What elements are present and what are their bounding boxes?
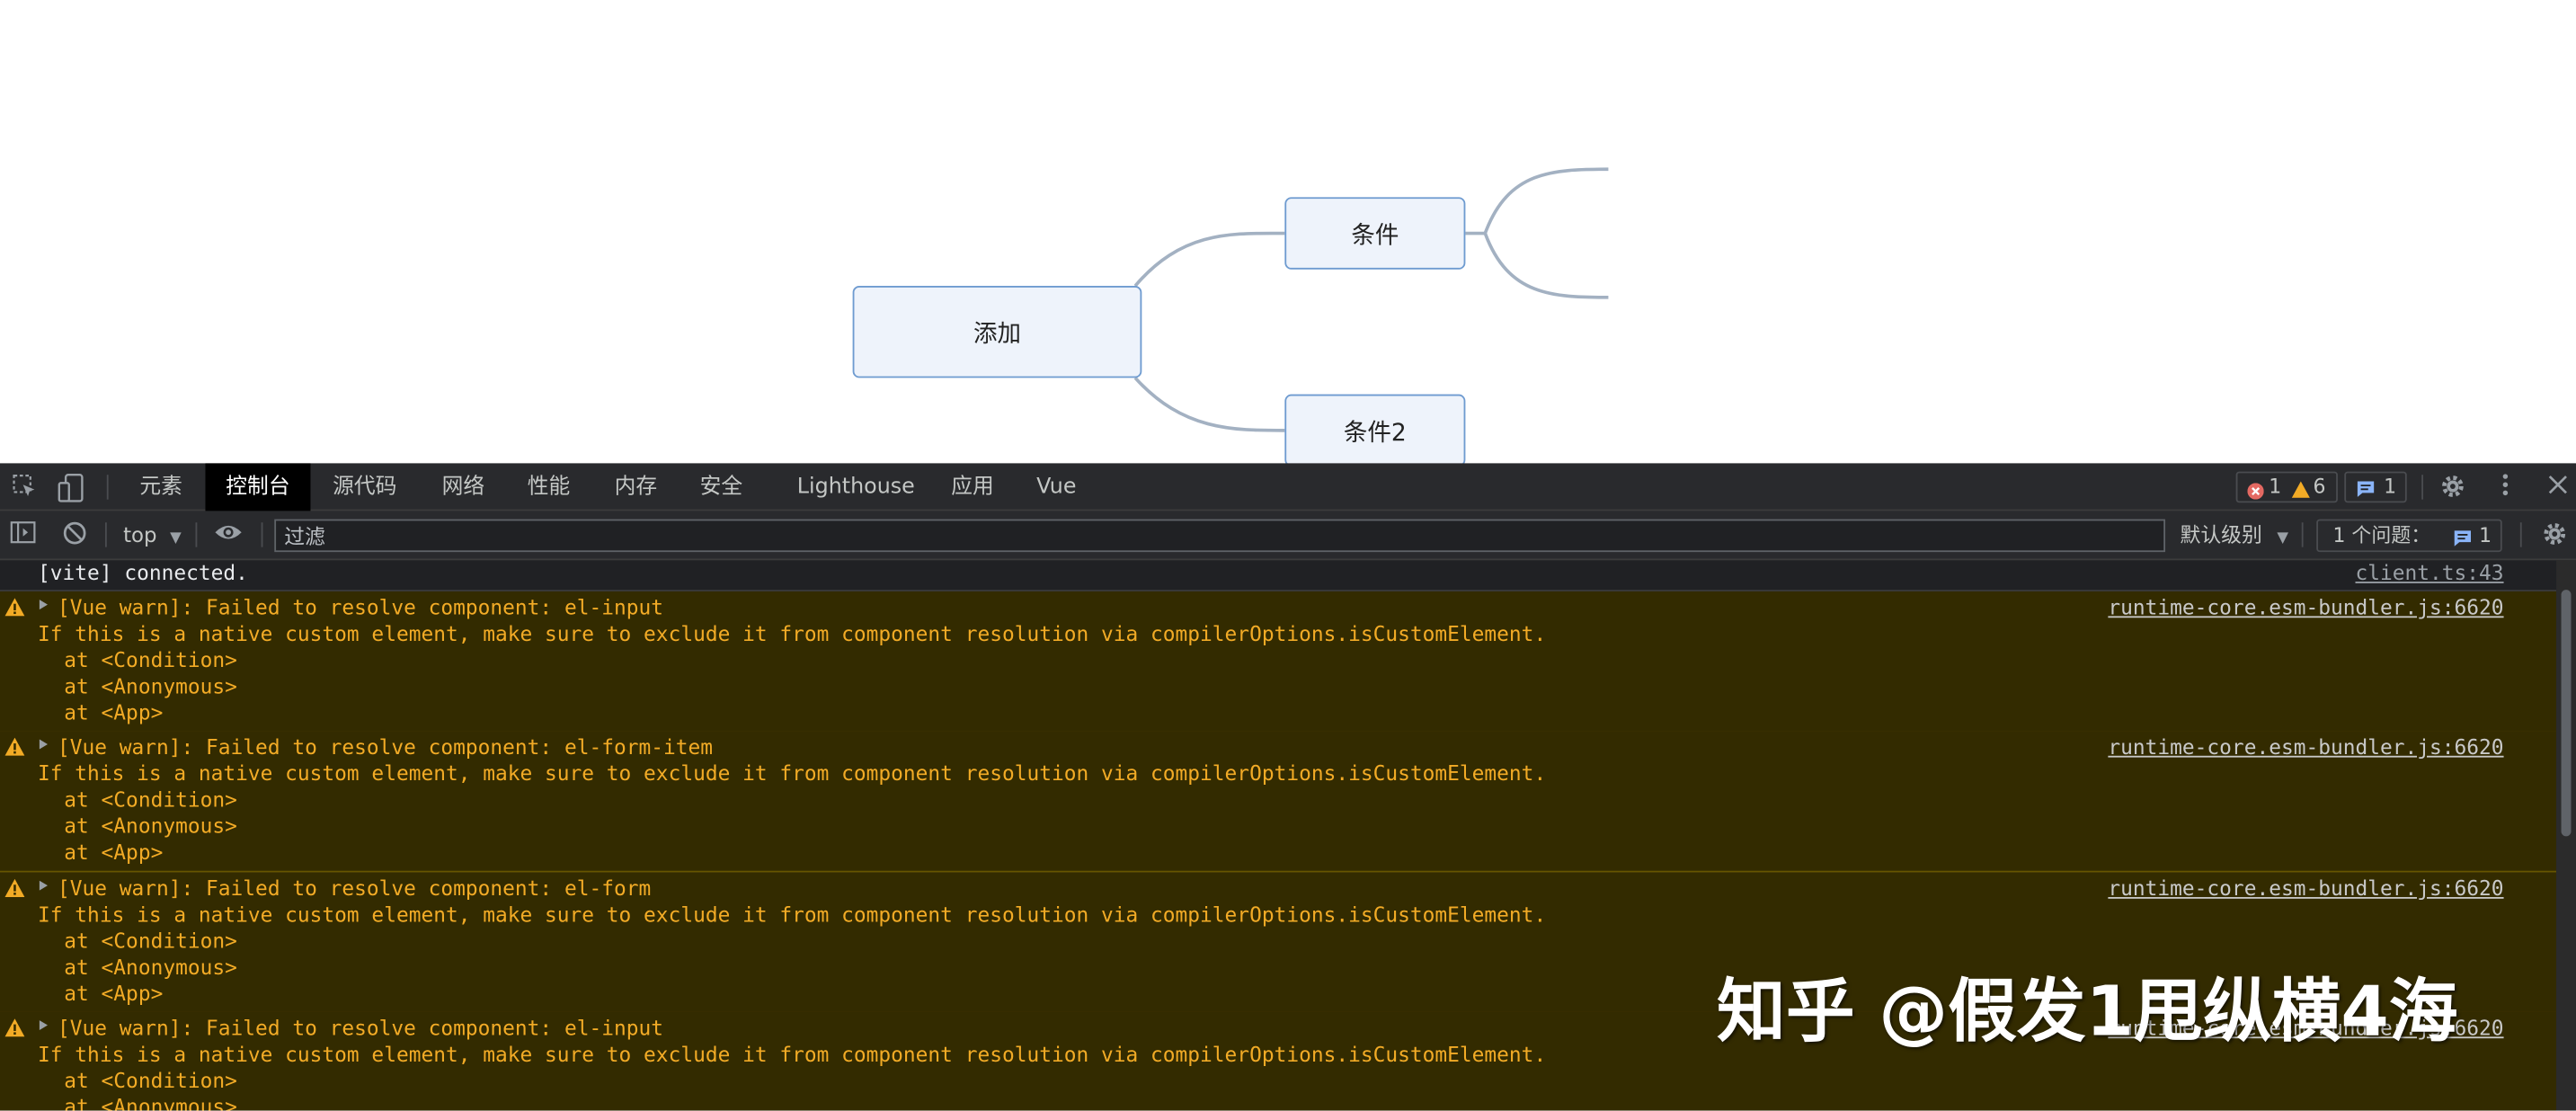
- connector-condition-upper-branch: [1483, 167, 1609, 235]
- console-message-info: [vite] connected. client.ts:43: [0, 560, 2557, 592]
- tab-elements[interactable]: 元素: [129, 463, 194, 511]
- stack-frame: at <Condition>: [64, 1068, 237, 1093]
- mindmap-node-root[interactable]: 添加: [852, 286, 1142, 378]
- toolbar-divider: [195, 522, 198, 547]
- message-icon: [2453, 526, 2473, 556]
- console-scrollbar[interactable]: [2556, 560, 2576, 1111]
- mindmap-node-condition[interactable]: 条件: [1284, 197, 1466, 270]
- stack-frame: at <Condition>: [64, 928, 237, 954]
- settings-icon[interactable]: [2438, 473, 2467, 502]
- device-toolbar-icon[interactable]: [56, 473, 85, 502]
- message-text: [vite] connected.: [38, 560, 248, 585]
- inspect-element-icon[interactable]: [10, 473, 40, 502]
- filter-input[interactable]: [274, 519, 2166, 553]
- console-warning[interactable]: [Vue warn]: Failed to resolve component:…: [0, 731, 2557, 873]
- warning-title: [Vue warn]: Failed to resolve component:…: [57, 1015, 664, 1040]
- warning-icon: [4, 1017, 25, 1037]
- tab-console[interactable]: 控制台: [205, 463, 311, 511]
- connector-condition-lower-branch: [1483, 232, 1609, 299]
- toolbar-divider: [104, 522, 107, 547]
- stack-frame: at <Anonymous>: [64, 954, 237, 980]
- warning-detail: If this is a native custom element, make…: [38, 760, 1547, 786]
- expand-triangle-icon[interactable]: [39, 739, 49, 750]
- toolbar-divider: [261, 522, 263, 547]
- message-count: 1: [2384, 475, 2397, 498]
- close-icon[interactable]: [2543, 473, 2572, 502]
- tab-security[interactable]: 安全: [692, 463, 751, 511]
- settings-icon[interactable]: [2540, 520, 2570, 550]
- stack-frame: at <App>: [64, 840, 164, 865]
- sidebar-toggle-icon[interactable]: [8, 520, 38, 550]
- warning-icon: [4, 736, 25, 756]
- mindmap-node-condition2[interactable]: 条件2: [1284, 394, 1466, 464]
- node-label: 条件2: [1343, 420, 1407, 447]
- stack-frame: at <Condition>: [64, 647, 237, 672]
- toolbar-divider: [2301, 522, 2304, 547]
- error-warning-counter[interactable]: 1 6: [2235, 471, 2338, 506]
- stack-frame: at <App>: [64, 981, 164, 1006]
- console-filterbar: top ▼ 默认级别 ▼ 1 个问题： 1: [0, 511, 2576, 561]
- toolbar-divider: [2421, 475, 2424, 500]
- devtools-tabbar: 元素 控制台 源代码 网络 性能 内存 安全 Lighthouse 应用 Vue…: [0, 463, 2576, 511]
- stack-frame: at <Anonymous>: [64, 673, 237, 698]
- page: 添加 条件 条件2 元素 控制台 源代码 网络 性能 内存 安全 Lightho…: [0, 0, 2576, 1111]
- watermark: 知乎 @假发1甩纵横4海: [1717, 971, 2458, 1052]
- source-link[interactable]: runtime-core.esm-bundler.js:6620: [2108, 875, 2503, 902]
- eye-icon[interactable]: [214, 520, 244, 550]
- error-count: 1: [2269, 475, 2282, 498]
- log-level-dropdown[interactable]: 默认级别 ▼: [2180, 511, 2287, 560]
- tab-sources[interactable]: 源代码: [325, 463, 404, 511]
- toolbar-divider: [106, 475, 109, 500]
- warning-detail: If this is a native custom element, make…: [38, 620, 1547, 646]
- warning-title: [Vue warn]: Failed to resolve component:…: [57, 734, 714, 760]
- warning-detail: If this is a native custom element, make…: [38, 1041, 1547, 1067]
- connector-root-to-condition: [1133, 231, 1285, 288]
- message-counter[interactable]: 1: [2344, 471, 2407, 506]
- more-icon[interactable]: [2491, 473, 2520, 502]
- mindmap-canvas: 添加 条件 条件2: [0, 0, 2576, 464]
- chevron-down-icon: ▼: [2277, 530, 2288, 547]
- tab-memory[interactable]: 内存: [606, 463, 665, 511]
- stack-frame: at <Anonymous>: [64, 813, 237, 839]
- warning-detail: If this is a native custom element, make…: [38, 902, 1547, 927]
- tab-application[interactable]: 应用: [943, 463, 1002, 511]
- issues-label: 1 个问题：: [2332, 524, 2431, 547]
- warning-icon: [4, 596, 25, 617]
- console-warning[interactable]: [Vue warn]: Failed to resolve component:…: [0, 591, 2557, 733]
- tab-performance[interactable]: 性能: [520, 463, 579, 511]
- stack-frame: at <Anonymous>: [64, 1094, 237, 1111]
- source-link[interactable]: runtime-core.esm-bundler.js:6620: [2108, 595, 2503, 621]
- expand-triangle-icon[interactable]: [39, 1020, 49, 1031]
- expand-triangle-icon[interactable]: [39, 600, 49, 610]
- tab-lighthouse[interactable]: Lighthouse: [795, 463, 917, 511]
- warning-icon: [2291, 478, 2310, 506]
- tab-vue[interactable]: Vue: [1030, 463, 1082, 511]
- issues-count: 1: [2479, 524, 2492, 547]
- expand-triangle-icon[interactable]: [39, 880, 49, 891]
- chevron-down-icon: ▼: [170, 530, 182, 547]
- warning-title: [Vue warn]: Failed to resolve component:…: [57, 875, 652, 901]
- context-value: top: [123, 522, 157, 547]
- node-label: 条件: [1351, 222, 1399, 249]
- clear-console-icon[interactable]: [59, 520, 89, 550]
- stack-frame: at <App>: [64, 699, 164, 725]
- tab-network[interactable]: 网络: [434, 463, 493, 511]
- toolbar-divider: [2519, 522, 2522, 547]
- node-label: 添加: [973, 321, 1021, 348]
- warning-icon: [4, 877, 25, 897]
- scrollbar-thumb[interactable]: [2561, 590, 2572, 837]
- issues-button[interactable]: 1 个问题： 1: [2316, 519, 2502, 556]
- connector-root-to-condition2: [1133, 377, 1285, 432]
- error-icon: [2247, 480, 2264, 508]
- warning-title: [Vue warn]: Failed to resolve component:…: [57, 594, 664, 620]
- source-link[interactable]: client.ts:43: [2355, 560, 2503, 586]
- message-icon: [2356, 478, 2376, 506]
- log-level-value: 默认级别: [2180, 522, 2262, 547]
- warning-count: 6: [2313, 475, 2326, 498]
- context-selector[interactable]: top ▼: [123, 511, 182, 560]
- stack-frame: at <Condition>: [64, 787, 237, 812]
- source-link[interactable]: runtime-core.esm-bundler.js:6620: [2108, 734, 2503, 760]
